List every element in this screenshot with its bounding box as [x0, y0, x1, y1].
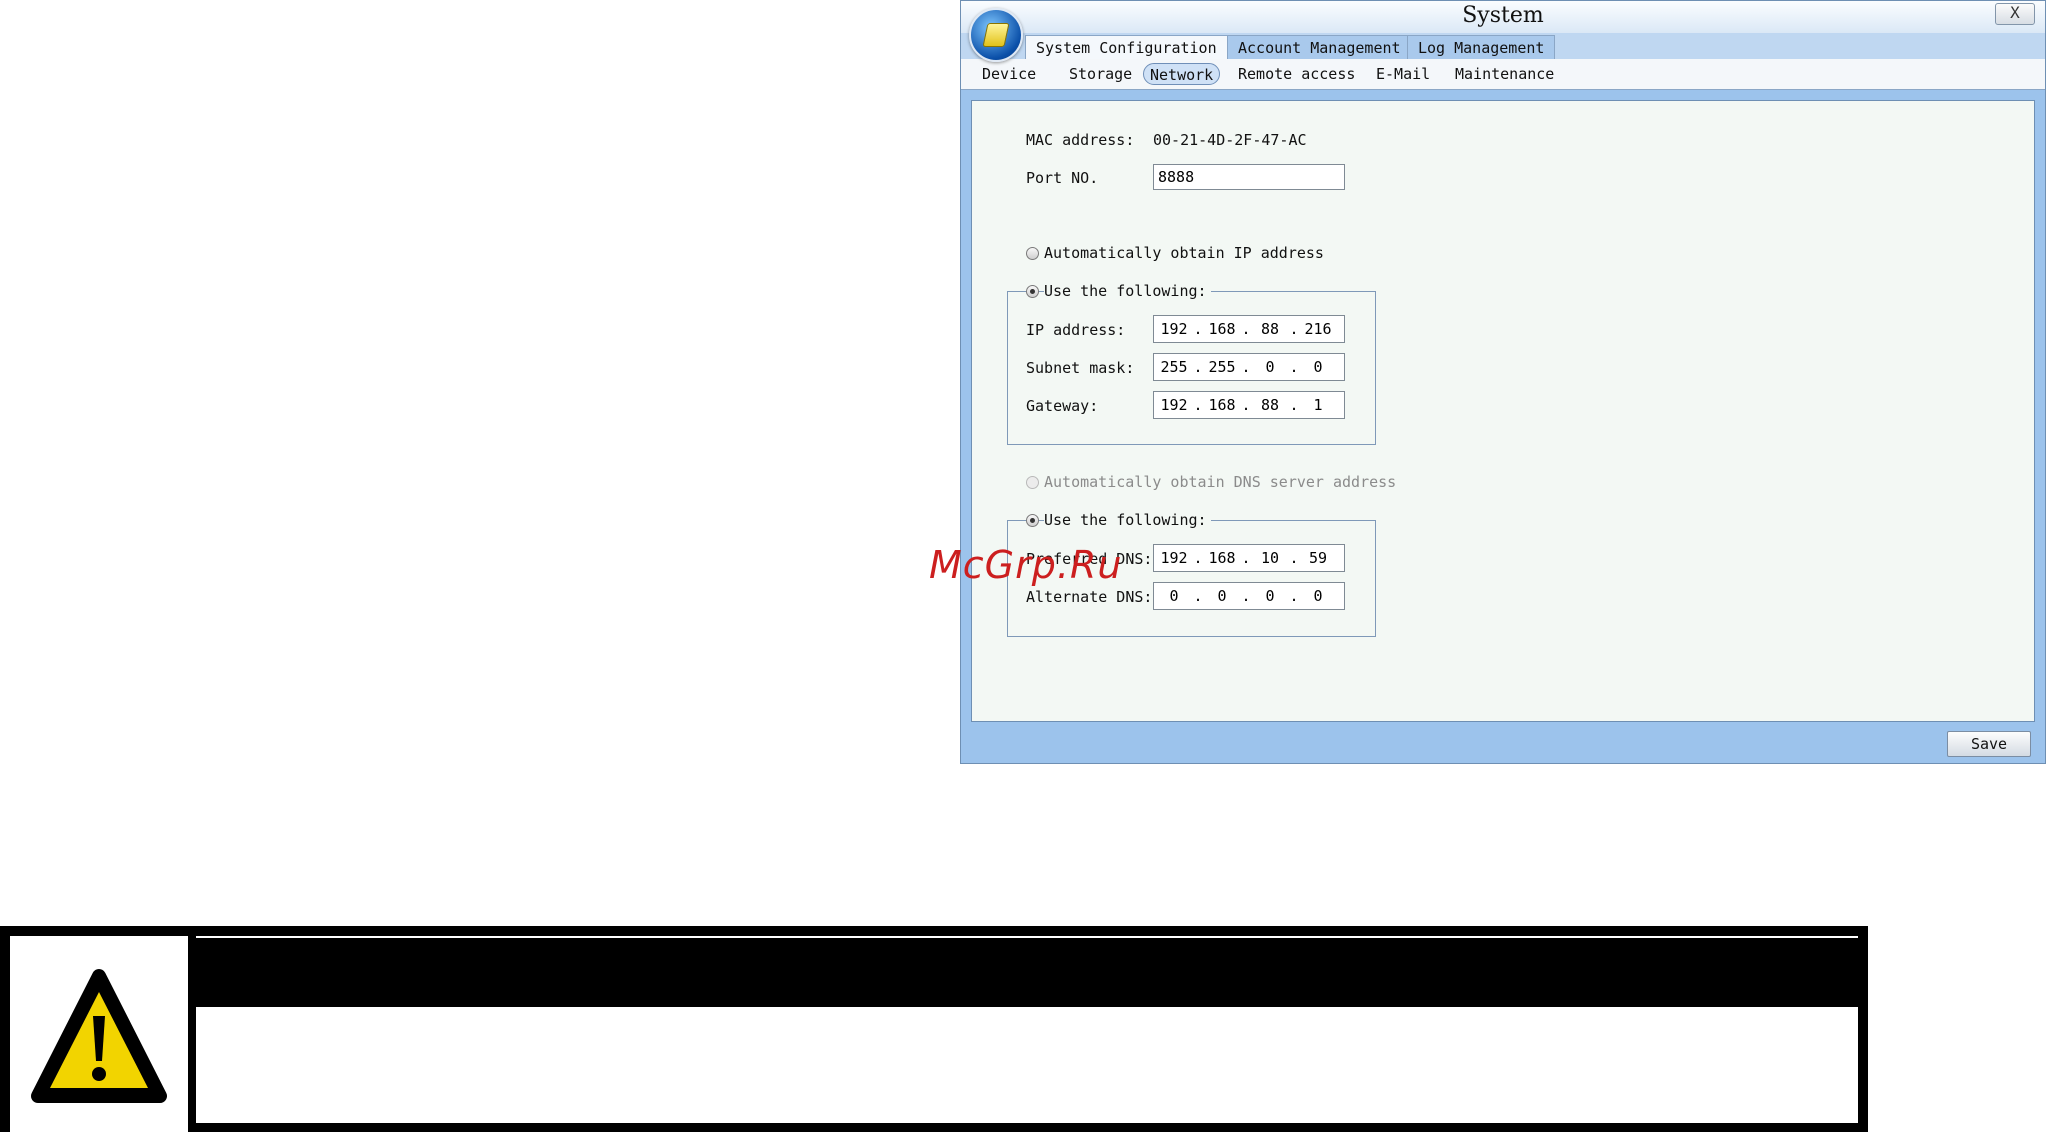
auto-ip-radio[interactable]: [1026, 247, 1039, 260]
alternate-dns-octet-4[interactable]: 0: [1300, 583, 1336, 609]
alternate-dns-octet-1[interactable]: 0: [1156, 583, 1192, 609]
use-following-ip-radio[interactable]: [1026, 285, 1039, 298]
port-input[interactable]: 8888: [1153, 164, 1345, 190]
gateway-octet-3[interactable]: 88: [1252, 392, 1288, 418]
network-settings-panel: MAC address: 00-21-4D-2F-47-AC Port NO. …: [971, 100, 2035, 722]
preferred-dns-octet-4[interactable]: 59: [1300, 545, 1336, 571]
alternate-dns-label: Alternate DNS:: [1026, 588, 1153, 606]
save-button[interactable]: Save: [1947, 731, 2031, 757]
ip-separator: .: [1289, 587, 1299, 605]
subtab-storage[interactable]: Storage: [1063, 63, 1138, 85]
tab-system-configuration[interactable]: System Configuration: [1025, 35, 1228, 61]
tab-account-management[interactable]: Account Management: [1227, 35, 1412, 59]
subtab-remote-access[interactable]: Remote access: [1232, 63, 1361, 85]
alternate-dns-octet-3[interactable]: 0: [1252, 583, 1288, 609]
ip-octet-3[interactable]: 88: [1252, 316, 1288, 342]
tab-log-management[interactable]: Log Management: [1407, 35, 1556, 59]
ip-octet-2[interactable]: 168: [1204, 316, 1240, 342]
subnet-octet-4[interactable]: 0: [1300, 354, 1336, 380]
ip-separator: .: [1193, 320, 1203, 338]
ip-separator: .: [1241, 358, 1251, 376]
alternate-dns-input[interactable]: 0 . 0 . 0 . 0: [1153, 582, 1345, 610]
preferred-dns-octet-3[interactable]: 10: [1252, 545, 1288, 571]
ip-separator: .: [1193, 587, 1203, 605]
title-bar[interactable]: System X: [961, 1, 2045, 33]
system-window: System X System Configuration Account Ma…: [960, 0, 2046, 764]
warning-icon-box: [10, 936, 188, 1132]
mac-address-value: 00-21-4D-2F-47-AC: [1153, 131, 1307, 149]
gateway-octet-2[interactable]: 168: [1204, 392, 1240, 418]
preferred-dns-octet-1[interactable]: 192: [1156, 545, 1192, 571]
warning-header-rule: [196, 936, 1858, 938]
gateway-label: Gateway:: [1026, 397, 1099, 415]
ip-separator: .: [1193, 396, 1203, 414]
ip-separator: .: [1241, 396, 1251, 414]
gateway-octet-4[interactable]: 1: [1300, 392, 1336, 418]
ip-separator: .: [1241, 549, 1251, 567]
subtab-network[interactable]: Network: [1143, 63, 1221, 85]
ip-separator: .: [1193, 358, 1203, 376]
auto-ip-label: Automatically obtain IP address: [1044, 244, 1324, 262]
port-label: Port NO.: [1026, 169, 1099, 187]
subtab-email[interactable]: E-Mail: [1370, 63, 1436, 85]
ip-address-label: IP address:: [1026, 321, 1126, 339]
subnet-octet-2[interactable]: 255: [1204, 354, 1240, 380]
close-button[interactable]: X: [1995, 3, 2035, 25]
use-following-ip-label: Use the following:: [1044, 282, 1211, 300]
watermark: McGrp.Ru: [929, 543, 1123, 587]
window-title: System: [1462, 3, 1544, 28]
subnet-octet-1[interactable]: 255: [1156, 354, 1192, 380]
ip-separator: .: [1289, 320, 1299, 338]
gateway-input[interactable]: 192 . 168 . 88 . 1: [1153, 391, 1345, 419]
ip-octet-1[interactable]: 192: [1156, 316, 1192, 342]
warning-block: [0, 926, 1868, 1132]
sub-tabs: Device Storage Network Remote access E-M…: [961, 59, 2045, 90]
ip-octet-4[interactable]: 216: [1300, 316, 1336, 342]
gateway-octet-1[interactable]: 192: [1156, 392, 1192, 418]
subnet-mask-input[interactable]: 255 . 255 . 0 . 0: [1153, 353, 1345, 381]
auto-dns-label: Automatically obtain DNS server address: [1044, 473, 1397, 491]
ip-separator: .: [1241, 320, 1251, 338]
ip-separator: .: [1193, 549, 1203, 567]
mac-address-label: MAC address:: [1026, 131, 1135, 149]
auto-dns-radio[interactable]: [1026, 476, 1039, 489]
preferred-dns-octet-2[interactable]: 168: [1204, 545, 1240, 571]
subnet-mask-label: Subnet mask:: [1026, 359, 1135, 377]
ip-separator: .: [1289, 549, 1299, 567]
warning-body: [196, 1007, 1858, 1123]
ip-address-input[interactable]: 192 . 168 . 88 . 216: [1153, 315, 1345, 343]
alternate-dns-octet-2[interactable]: 0: [1204, 583, 1240, 609]
subnet-octet-3[interactable]: 0: [1252, 354, 1288, 380]
ip-separator: .: [1241, 587, 1251, 605]
preferred-dns-input[interactable]: 192 . 168 . 10 . 59: [1153, 544, 1345, 572]
ip-separator: .: [1289, 358, 1299, 376]
subtab-device[interactable]: Device: [976, 63, 1042, 85]
ip-separator: .: [1289, 396, 1299, 414]
warning-triangle-icon: [31, 969, 167, 1103]
app-logo-icon: [969, 8, 1023, 62]
use-following-dns-label: Use the following:: [1044, 511, 1211, 529]
subtab-maintenance[interactable]: Maintenance: [1449, 63, 1560, 85]
main-tabs: System Configuration Account Management …: [961, 33, 2045, 61]
use-following-dns-radio[interactable]: [1026, 514, 1039, 527]
